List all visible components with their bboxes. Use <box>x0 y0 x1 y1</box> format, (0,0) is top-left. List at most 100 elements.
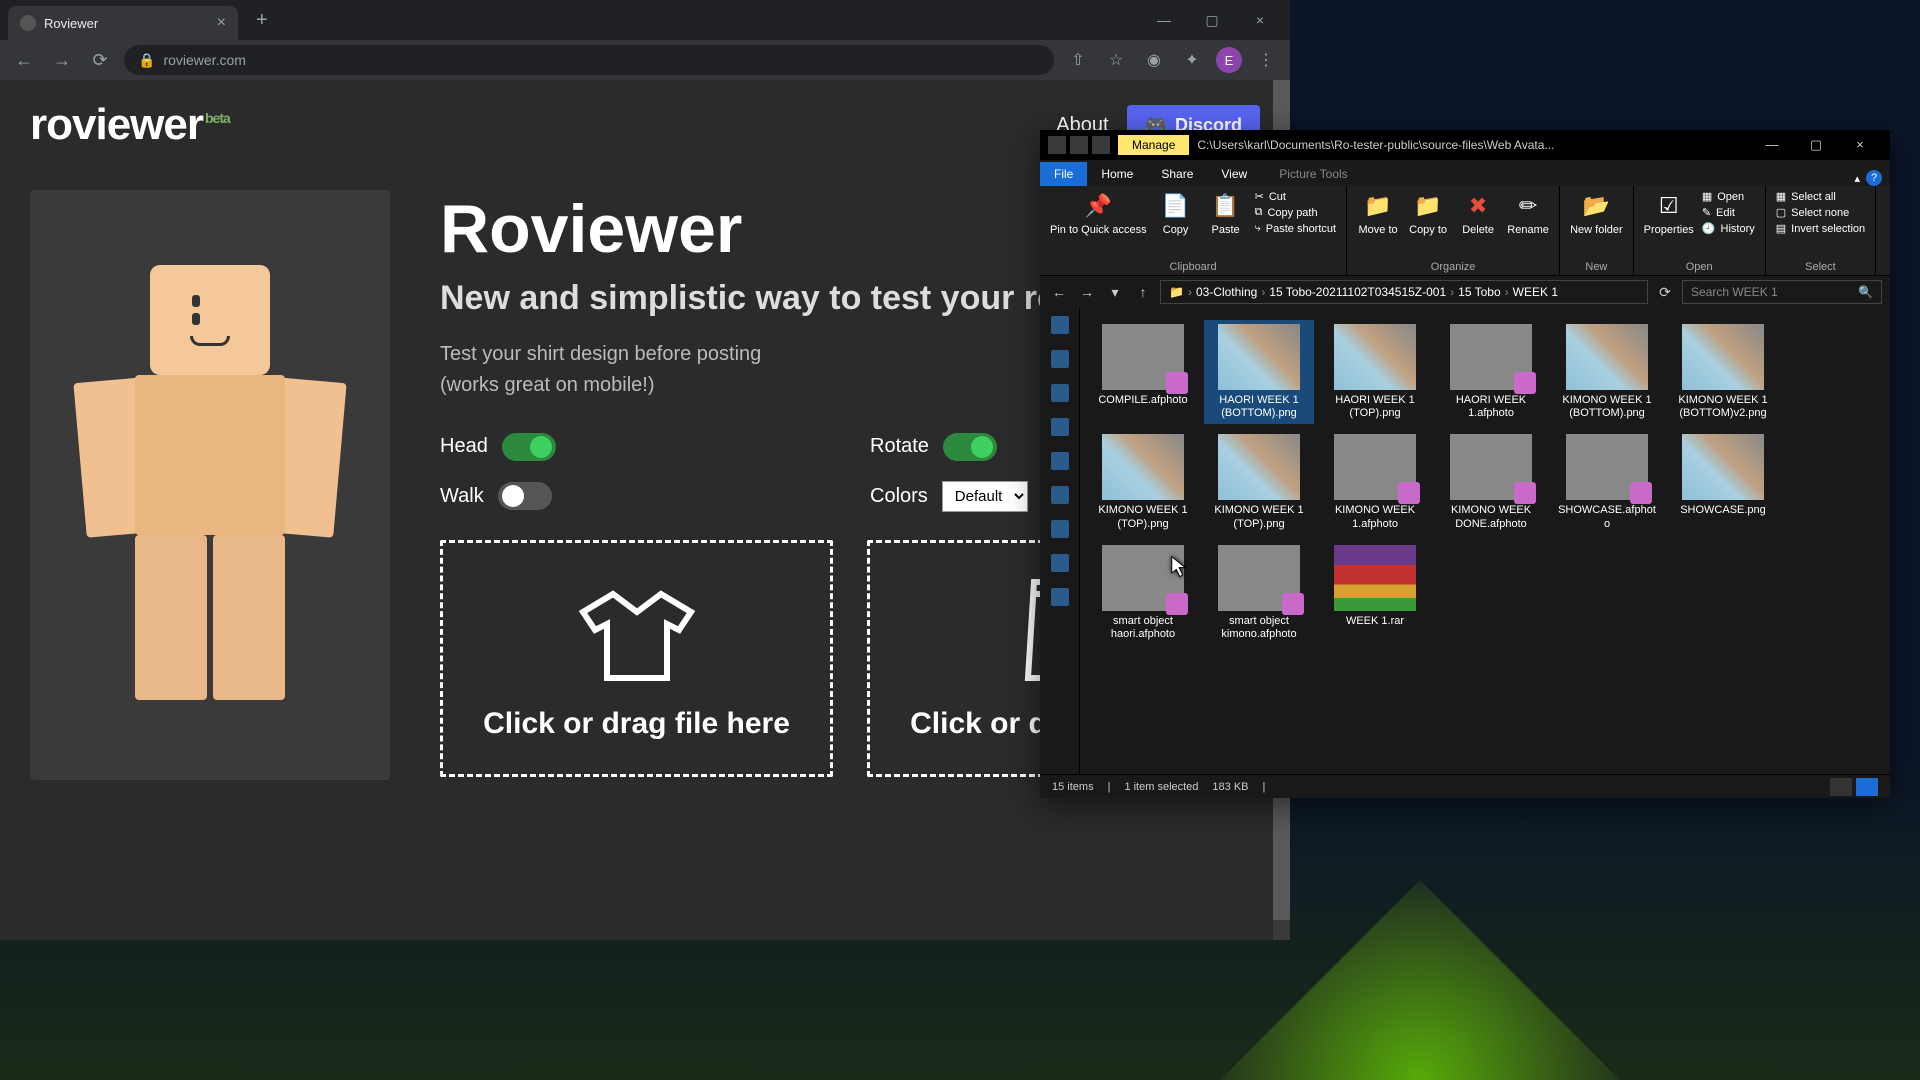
sidebar-item[interactable] <box>1051 384 1069 402</box>
delete-button[interactable]: ✖Delete <box>1457 190 1499 236</box>
file-item[interactable]: HAORI WEEK 1 (BOTTOM).png <box>1204 320 1314 424</box>
extension-icon[interactable]: ◉ <box>1140 46 1168 74</box>
file-item[interactable]: WEEK 1.rar <box>1320 541 1430 645</box>
copy-button[interactable]: 📄Copy <box>1155 190 1197 236</box>
paste-shortcut-button[interactable]: ⤷Paste shortcut <box>1255 222 1337 235</box>
tab-close-icon[interactable]: × <box>217 14 226 32</box>
file-name: KIMONO WEEK 1.afphoto <box>1324 504 1426 530</box>
help-icon[interactable]: ? <box>1866 170 1882 186</box>
file-name: SHOWCASE.png <box>1680 504 1766 517</box>
sidebar-item[interactable] <box>1051 554 1069 572</box>
site-logo[interactable]: roviewerbeta <box>30 100 230 150</box>
share-icon[interactable]: ⇧ <box>1064 46 1092 74</box>
star-icon[interactable]: ☆ <box>1102 46 1130 74</box>
new-tab-button[interactable]: + <box>248 9 276 32</box>
paste-button[interactable]: 📋Paste <box>1205 190 1247 236</box>
invert-selection-button[interactable]: ▤Invert selection <box>1776 222 1865 235</box>
properties-button[interactable]: ☑Properties <box>1644 190 1694 236</box>
menu-icon[interactable]: ⋮ <box>1252 46 1280 74</box>
select-none-button[interactable]: ▢Select none <box>1776 206 1865 219</box>
sidebar-item[interactable] <box>1051 520 1069 538</box>
nav-dropdown-icon[interactable]: ▾ <box>1104 284 1126 301</box>
copy-path-button[interactable]: ⧉Copy path <box>1255 206 1337 219</box>
refresh-icon[interactable]: ⟳ <box>1654 284 1676 301</box>
rename-button[interactable]: ✏Rename <box>1507 190 1549 236</box>
file-tab[interactable]: File <box>1040 162 1087 186</box>
file-item[interactable]: KIMONO WEEK 1 (BOTTOM)v2.png <box>1668 320 1778 424</box>
search-input[interactable]: Search WEEK 1 🔍 <box>1682 280 1882 304</box>
file-item[interactable]: SHOWCASE.afphoto <box>1552 430 1662 534</box>
nav-up-icon[interactable]: ↑ <box>1132 284 1154 300</box>
file-item[interactable]: HAORI WEEK 1.afphoto <box>1436 320 1546 424</box>
move-to-button[interactable]: 📁Move to <box>1357 190 1399 236</box>
minimize-icon[interactable]: — <box>1142 5 1186 35</box>
colors-label: Colors <box>870 485 928 508</box>
back-icon[interactable]: ← <box>10 46 38 74</box>
file-item[interactable]: smart object kimono.afphoto <box>1204 541 1314 645</box>
copy-to-button[interactable]: 📁Copy to <box>1407 190 1449 236</box>
shirt-icon <box>461 575 812 690</box>
browser-tab[interactable]: Roviewer × <box>8 6 238 40</box>
thumbnails-view-icon[interactable] <box>1856 778 1878 796</box>
puzzle-icon[interactable]: ✦ <box>1178 46 1206 74</box>
walk-label: Walk <box>440 485 484 508</box>
select-all-button[interactable]: ▦Select all <box>1776 190 1865 203</box>
file-item[interactable]: COMPILE.afphoto <box>1088 320 1198 424</box>
file-item[interactable]: smart object haori.afphoto <box>1088 541 1198 645</box>
close-icon[interactable]: × <box>1238 5 1282 35</box>
ex-maximize-icon[interactable]: ▢ <box>1794 137 1838 153</box>
file-thumbnail <box>1682 324 1764 390</box>
file-thumbnail <box>1682 434 1764 500</box>
walk-toggle[interactable] <box>498 482 552 510</box>
file-name: WEEK 1.rar <box>1346 615 1404 628</box>
ex-minimize-icon[interactable]: — <box>1750 137 1794 153</box>
sidebar-item[interactable] <box>1051 452 1069 470</box>
view-tab[interactable]: View <box>1207 162 1261 186</box>
file-item[interactable]: KIMONO WEEK 1.afphoto <box>1320 430 1430 534</box>
collapse-ribbon-icon[interactable]: ▴ <box>1854 172 1860 185</box>
nav-forward-icon[interactable]: → <box>1076 284 1098 300</box>
sidebar-item[interactable] <box>1051 486 1069 504</box>
file-item[interactable]: SHOWCASE.png <box>1668 430 1778 534</box>
cut-button[interactable]: ✂Cut <box>1255 190 1337 203</box>
sidebar-item[interactable] <box>1051 588 1069 606</box>
sidebar-item[interactable] <box>1051 418 1069 436</box>
file-item[interactable]: KIMONO WEEK 1 (TOP).png <box>1204 430 1314 534</box>
sidebar-item[interactable] <box>1051 316 1069 334</box>
pin-button[interactable]: 📌Pin to Quick access <box>1050 190 1147 236</box>
breadcrumb[interactable]: 📁›03-Clothing›15 Tobo-20211102T034515Z-0… <box>1160 280 1648 304</box>
open-button[interactable]: ▦Open <box>1702 190 1755 203</box>
file-item[interactable]: HAORI WEEK 1 (TOP).png <box>1320 320 1430 424</box>
colors-select[interactable]: Default <box>942 481 1028 512</box>
file-item[interactable]: KIMONO WEEK DONE.afphoto <box>1436 430 1546 534</box>
forward-icon[interactable]: → <box>48 46 76 74</box>
share-tab[interactable]: Share <box>1147 162 1207 186</box>
home-tab[interactable]: Home <box>1087 162 1147 186</box>
history-button[interactable]: 🕘History <box>1702 222 1755 235</box>
sidebar-item[interactable] <box>1051 350 1069 368</box>
file-item[interactable]: KIMONO WEEK 1 (BOTTOM).png <box>1552 320 1662 424</box>
shirt-dropzone[interactable]: Click or drag file here <box>440 540 833 777</box>
head-toggle[interactable] <box>502 433 556 461</box>
maximize-icon[interactable]: ▢ <box>1190 5 1234 35</box>
edit-icon: ✎ <box>1702 206 1711 219</box>
edit-button[interactable]: ✎Edit <box>1702 206 1755 219</box>
breadcrumb-segment[interactable]: 15 Tobo-20211102T034515Z-001 <box>1269 285 1446 299</box>
breadcrumb-segment[interactable]: 15 Tobo <box>1458 285 1501 299</box>
ex-close-icon[interactable]: × <box>1838 137 1882 153</box>
file-item[interactable]: KIMONO WEEK 1 (TOP).png <box>1088 430 1198 534</box>
picture-tools-tab[interactable]: Picture Tools <box>1265 162 1361 186</box>
reload-icon[interactable]: ⟳ <box>86 46 114 74</box>
new-folder-button[interactable]: 📂New folder <box>1570 190 1623 236</box>
breadcrumb-segment[interactable]: 03-Clothing <box>1196 285 1257 299</box>
details-view-icon[interactable] <box>1830 778 1852 796</box>
breadcrumb-segment[interactable]: WEEK 1 <box>1513 285 1558 299</box>
manage-tab[interactable]: Manage <box>1118 135 1189 155</box>
address-bar[interactable]: 🔒 roviewer.com <box>124 45 1054 75</box>
avatar-preview[interactable] <box>30 190 390 780</box>
rotate-toggle[interactable] <box>943 433 997 461</box>
file-thumbnail <box>1218 434 1300 500</box>
nav-back-icon[interactable]: ← <box>1048 284 1070 300</box>
explorer-titlebar[interactable]: Manage C:\Users\karl\Documents\Ro-tester… <box>1040 130 1890 160</box>
profile-avatar[interactable]: E <box>1216 47 1242 73</box>
